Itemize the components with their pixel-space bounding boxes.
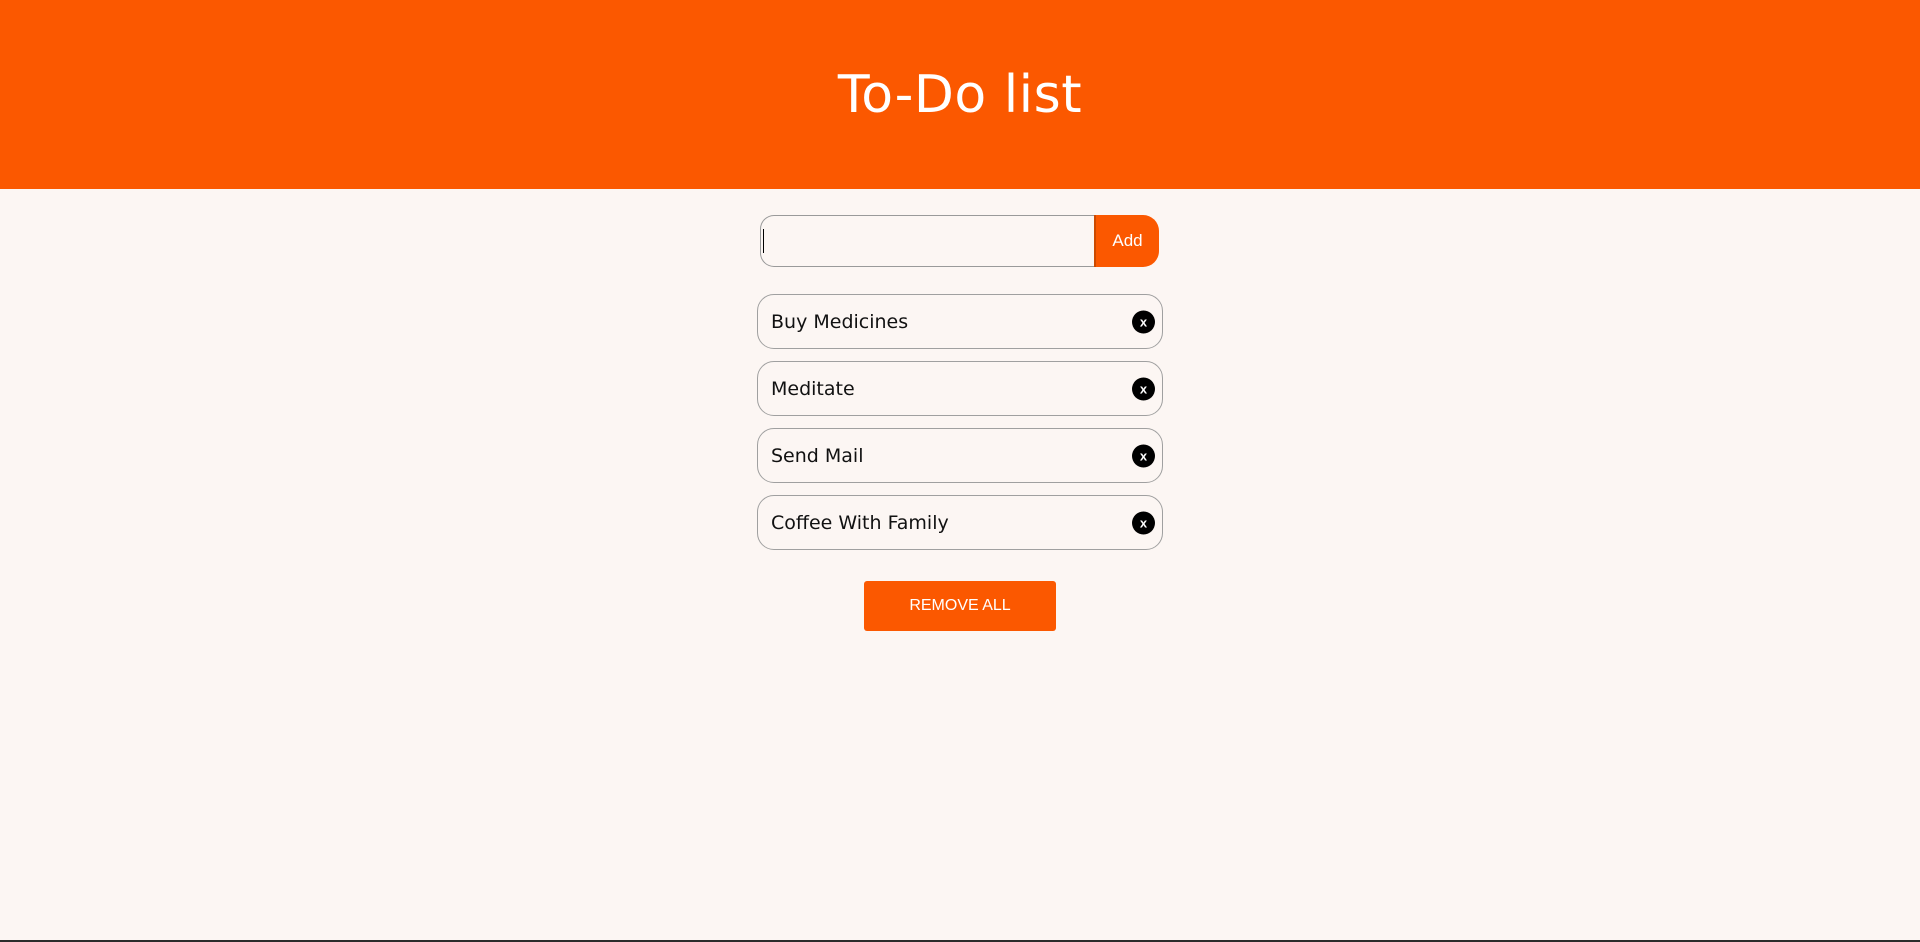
delete-task-button[interactable]: x [1132,444,1155,467]
task-label: Meditate [771,377,855,400]
task-label: Buy Medicines [771,310,909,333]
delete-task-button[interactable]: x [1132,310,1155,333]
delete-task-button[interactable]: x [1132,511,1155,534]
list-item: Meditate x [757,361,1163,416]
list-item: Buy Medicines x [757,294,1163,349]
task-label: Send Mail [771,444,864,467]
task-list: Buy Medicines x Meditate x Send Mail x C… [757,294,1163,562]
app-header: To-Do list [0,0,1920,189]
page-title: To-Do list [837,64,1083,125]
list-item: Coffee With Family x [757,495,1163,550]
remove-all-button[interactable]: REMOVE ALL [864,581,1056,631]
task-composer: Add [760,215,1159,267]
task-label: Coffee With Family [771,511,949,534]
text-caret [763,229,764,253]
list-item: Send Mail x [757,428,1163,483]
task-input[interactable] [760,215,1094,267]
add-button[interactable]: Add [1094,215,1159,267]
delete-task-button[interactable]: x [1132,377,1155,400]
